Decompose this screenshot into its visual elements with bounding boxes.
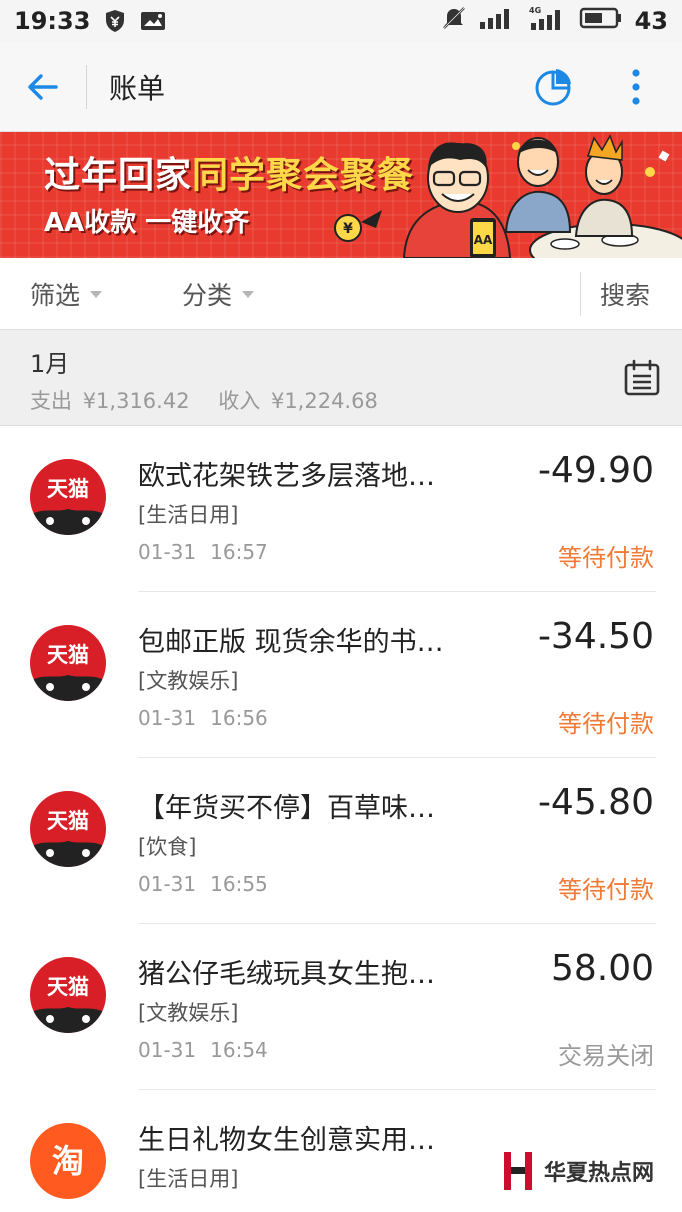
tmall-icon: 天猫 [30,791,106,867]
transaction-status: 交易关闭 [558,1042,654,1070]
transaction-time: 16:56 [210,706,268,730]
taobao-icon: 淘 [30,1123,106,1199]
transaction-date: 01-31 [138,872,197,896]
transaction-amount: 58.00 [550,948,654,989]
tmall-logo-text: 天猫 [47,477,89,501]
status-right-group: 4G 43 [441,5,668,37]
transaction-row[interactable]: 天猫 包邮正版 现货余华的书… [文教娱乐] 01-31 16:56 -34.50… [0,592,682,758]
tmall-logo-text: 天猫 [47,643,89,667]
banner-illustration: ¥ AA [334,134,682,258]
expense-value: ¥1,316.42 [82,389,190,413]
promo-banner[interactable]: 过年回家同学聚会聚餐 AA收款 一键收齐 ¥ AA [0,132,682,258]
filter-label: 筛选 [30,281,81,310]
transaction-category: [生活日用] [138,503,239,527]
transaction-time: 16:54 [210,1038,268,1062]
svg-text:4G: 4G [529,6,541,15]
search-button[interactable]: 搜索 [600,258,650,330]
transaction-row[interactable]: 天猫 【年货买不停】百草味… [饮食] 01-31 16:55 -45.80 等待… [0,758,682,924]
banner-subline: AA收款 一键收齐 [44,208,250,238]
caret-down-icon [90,290,103,298]
transaction-status: 等待付款 [558,710,654,738]
transaction-datetime: 01-31 16:57 [138,540,268,564]
more-button[interactable] [616,62,656,112]
tmall-logo-text: 天猫 [47,809,89,833]
tmall-icon: 天猫 [30,957,106,1033]
back-button[interactable] [0,42,86,132]
transaction-time: 16:55 [210,872,268,896]
svg-text:¥: ¥ [343,221,353,237]
transaction-time: 16:57 [210,540,268,564]
title-bar: 账单 [0,42,682,132]
transaction-category: [生活日用] [138,1167,239,1191]
shield-icon [104,9,126,33]
site-watermark: 华夏热点网 [492,1138,674,1204]
filter-divider [580,272,581,316]
image-notification-icon [140,10,166,32]
transaction-amount: -34.50 [537,616,654,657]
category-label: 分类 [182,281,233,310]
tmall-logo-text: 天猫 [47,975,89,999]
filter-dropdown[interactable]: 筛选 [30,258,103,330]
month-label: 1月 [30,350,70,378]
expense-label: 支出 [30,389,72,413]
transaction-list: 天猫 欧式花架铁艺多层落地… [生活日用] 01-31 16:57 -49.90 … [0,426,682,1212]
page-title: 账单 [109,71,166,105]
category-dropdown[interactable]: 分类 [182,258,255,330]
more-vertical-icon [632,69,640,105]
month-header: 1月 支出 ¥1,316.42 收入 ¥1,224.68 [0,330,682,426]
transaction-datetime: 01-31 16:54 [138,1038,268,1062]
transaction-date: 01-31 [138,1038,197,1062]
calendar-icon[interactable] [622,358,662,398]
transaction-row[interactable]: 天猫 猪公仔毛绒玩具女生抱… [文教娱乐] 01-31 16:54 58.00 交… [0,924,682,1090]
transaction-category: [饮食] [138,835,197,859]
month-summary: 支出 ¥1,316.42 收入 ¥1,224.68 [30,385,382,415]
tmall-icon: 天猫 [30,459,106,535]
income-label: 收入 [218,389,261,413]
caret-down-icon [242,290,255,298]
transaction-category: [文教娱乐] [138,1001,239,1025]
transaction-status: 等待付款 [558,876,654,904]
status-time: 19:33 [14,7,91,35]
transaction-date: 01-31 [138,706,197,730]
battery-icon [579,6,623,36]
mute-icon [441,5,467,37]
chart-button[interactable] [528,62,578,112]
watermark-logo-icon [504,1152,532,1190]
status-bar: 19:33 4G 43 [0,0,682,42]
transaction-title: 猪公仔毛绒玩具女生抱… [138,959,435,990]
transaction-amount: -49.90 [537,450,654,491]
banner-phone-text: AA [474,233,493,247]
transaction-title: 【年货买不停】百草味… [138,793,435,824]
watermark-text: 华夏热点网 [544,1161,655,1186]
battery-level: 43 [634,7,668,35]
transaction-datetime: 01-31 16:56 [138,706,268,730]
tmall-icon: 天猫 [30,625,106,701]
signal-4g-icon: 4G [527,5,567,37]
banner-headline-part1: 过年回家 [44,155,193,196]
pie-chart-icon [535,69,571,106]
transaction-row[interactable]: 天猫 欧式花架铁艺多层落地… [生活日用] 01-31 16:57 -49.90 … [0,426,682,592]
taobao-logo-text: 淘 [52,1142,84,1180]
transaction-datetime: 01-31 16:55 [138,872,268,896]
filter-bar: 筛选 分类 搜索 [0,258,682,330]
transaction-title: 生日礼物女生创意实用… [138,1125,435,1156]
transaction-amount: -45.80 [537,782,654,823]
back-arrow-icon [28,73,58,100]
transaction-title: 包邮正版 现货余华的书… [138,627,444,658]
transaction-category: [文教娱乐] [138,669,239,693]
transaction-date: 01-31 [138,540,197,564]
transaction-status: 等待付款 [558,544,654,572]
signal-icon [479,6,515,36]
bill-page: 19:33 4G 43 账单 过年回家同学聚会聚餐 AA收款 一键收齐 ¥ AA… [0,0,682,1212]
income-value: ¥1,224.68 [270,389,378,413]
transaction-title: 欧式花架铁艺多层落地… [138,461,435,492]
